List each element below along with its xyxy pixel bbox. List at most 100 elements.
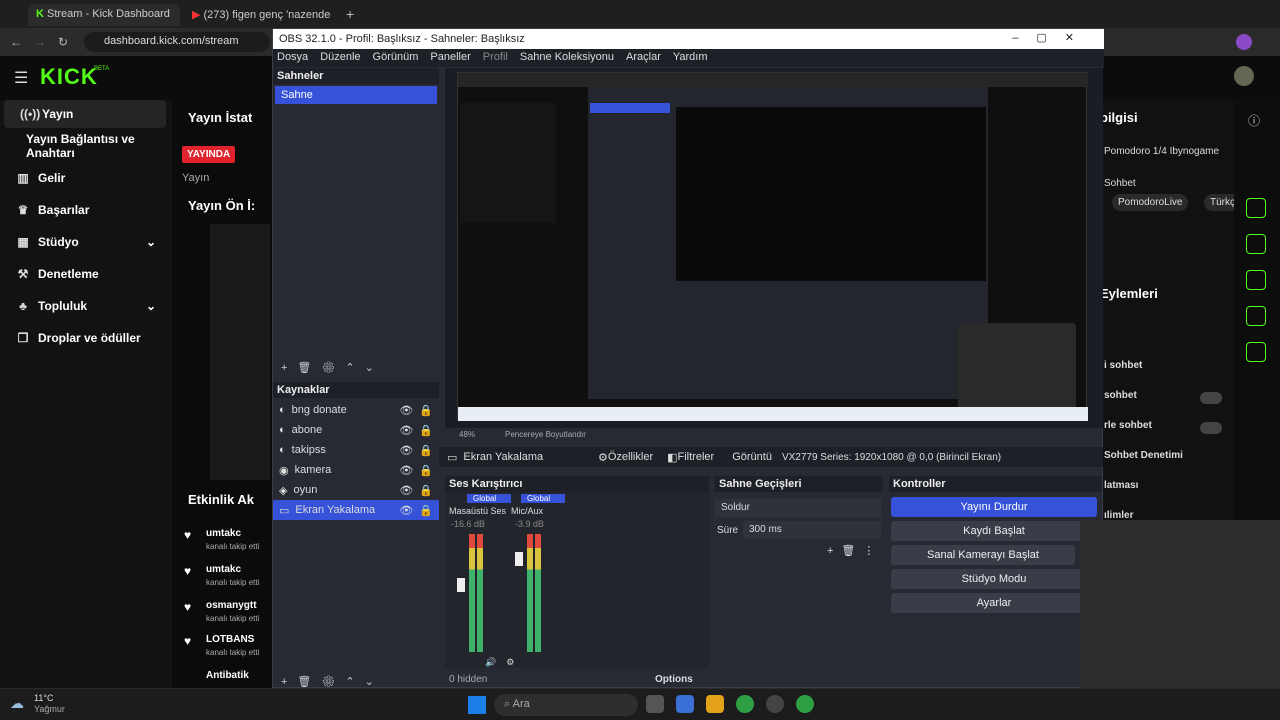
window-controls[interactable]: –▢✕: [1012, 31, 1092, 44]
lock-icon[interactable]: 🔒: [419, 484, 433, 497]
scene-item[interactable]: Sahne: [275, 86, 437, 104]
back-icon[interactable]: ←: [10, 35, 22, 49]
lock-icon[interactable]: 🔒: [419, 464, 433, 477]
menu-gorunum[interactable]: Görünüm: [373, 51, 419, 65]
duration-field[interactable]: 300 ms: [743, 521, 881, 539]
action-item[interactable]: i sohbet: [1104, 360, 1142, 371]
visibility-icon[interactable]: 👁: [399, 464, 413, 477]
user-avatar[interactable]: [1234, 66, 1254, 86]
visibility-icon[interactable]: 👁: [399, 504, 413, 517]
profile-avatar[interactable]: [1236, 34, 1252, 50]
channel-name[interactable]: Masaüstü Ses: [449, 506, 506, 516]
visibility-icon[interactable]: 👁: [399, 404, 413, 417]
action-item[interactable]: latması: [1104, 480, 1138, 491]
rail-button[interactable]: [1246, 234, 1266, 254]
stop-stream-button[interactable]: Yayını Durdur: [891, 497, 1097, 517]
visibility-icon[interactable]: 👁: [399, 484, 413, 497]
sidebar-item-droplar[interactable]: ❒ Droplar ve ödüller: [0, 324, 172, 352]
taskbar-search[interactable]: ⌕ Ara: [494, 694, 638, 716]
menu-araclar[interactable]: Araçlar: [626, 51, 661, 65]
chrome-icon[interactable]: [736, 695, 754, 713]
source-row[interactable]: ▭ Ekran Yakalama 👁 🔒: [273, 500, 439, 520]
transition-select[interactable]: Soldur: [715, 499, 881, 517]
zoom-level[interactable]: 48%: [459, 430, 475, 439]
channel-name[interactable]: Mic/Aux: [511, 506, 543, 516]
source-type-icon: ◐: [279, 404, 286, 416]
reload-icon[interactable]: ↻: [58, 35, 68, 49]
display-select[interactable]: VX2779 Series: 1920x1080 @ 0,0 (Birincil…: [782, 452, 1103, 463]
rail-button[interactable]: [1246, 198, 1266, 218]
sidebar-item-gelir[interactable]: ▥ Gelir: [0, 164, 172, 192]
controls-dock-title: Kontroller: [889, 476, 1101, 492]
source-row[interactable]: ◐ abone 👁 🔒: [273, 420, 439, 440]
monitor-icon: ▭: [279, 504, 290, 517]
preview-canvas[interactable]: [457, 72, 1088, 421]
sidebar-item-stream-key[interactable]: Yayın Bağlantısı ve Anahtarı: [0, 132, 172, 160]
lock-icon[interactable]: 🔒: [419, 404, 433, 417]
settings-button[interactable]: Ayarlar: [891, 593, 1097, 613]
new-tab-icon[interactable]: +: [346, 6, 354, 22]
mixer-options[interactable]: Options: [655, 674, 693, 685]
filters-button[interactable]: Filtreler: [678, 451, 715, 463]
file-explorer-icon[interactable]: [706, 695, 724, 713]
tab-youtube[interactable]: ▶ (273) figen genç 'nazende: [184, 4, 336, 26]
info-icon[interactable]: ⓘ: [1248, 112, 1260, 129]
source-row[interactable]: ◐ takipss 👁 🔒: [273, 440, 439, 460]
transition-toolbar[interactable]: +🗑⋮: [827, 544, 882, 557]
menu-icon[interactable]: ☰: [14, 68, 28, 88]
kick-favicon-icon: K: [36, 8, 47, 20]
rail-button[interactable]: [1246, 306, 1266, 326]
volume-meter: [535, 534, 541, 652]
menu-profil[interactable]: Profil: [483, 51, 508, 65]
resize-to-window[interactable]: Pencereye Boyutlandır: [505, 430, 586, 439]
tab-kick-dashboard[interactable]: K Stream - Kick Dashboard: [28, 4, 180, 26]
kick-logo[interactable]: KICK: [40, 64, 98, 90]
channel-controls[interactable]: 🔊⚙: [485, 657, 524, 668]
menu-sahne-koleksiyonu[interactable]: Sahne Koleksiyonu: [520, 51, 614, 65]
action-item[interactable]: Sohbet Denetimi: [1104, 450, 1183, 461]
source-toolbar[interactable]: +🗑⚙⌃⌄: [281, 675, 384, 688]
start-virtual-camera-button[interactable]: Sanal Kamerayı Başlat: [891, 545, 1075, 565]
visibility-icon[interactable]: 👁: [399, 424, 413, 437]
channel-db: -16.6 dB: [451, 519, 486, 529]
url-field[interactable]: dashboard.kick.com/stream: [84, 32, 270, 52]
menu-duzenle[interactable]: Düzenle: [320, 51, 360, 65]
rail-button[interactable]: [1246, 270, 1266, 290]
source-row[interactable]: ◐ bng donate 👁 🔒: [273, 400, 439, 420]
toggle-switch[interactable]: [1200, 392, 1222, 404]
lock-icon[interactable]: 🔒: [419, 504, 433, 517]
weather-icon[interactable]: ☁: [10, 695, 24, 712]
studio-mode-button[interactable]: Stüdyo Modu: [891, 569, 1097, 589]
action-item[interactable]: sohbet: [1104, 390, 1137, 401]
source-row[interactable]: ◈ oyun 👁 🔒: [273, 480, 439, 500]
teams-icon[interactable]: [676, 695, 694, 713]
menu-dosya[interactable]: Dosya: [277, 51, 308, 65]
search-placeholder: Ara: [512, 698, 530, 710]
menu-yardim[interactable]: Yardım: [673, 51, 708, 65]
sidebar-item-yayin[interactable]: ((•)) Yayın: [4, 100, 166, 128]
visibility-icon[interactable]: 👁: [399, 444, 413, 457]
chrome-icon[interactable]: [796, 695, 814, 713]
forward-icon[interactable]: →: [34, 35, 46, 49]
volume-slider[interactable]: [515, 552, 523, 566]
rail-button[interactable]: [1246, 342, 1266, 362]
tag-pomodoro[interactable]: PomodoroLive: [1112, 194, 1189, 211]
sidebar-item-studyo[interactable]: ▦ Stüdyo ⌄: [0, 228, 172, 256]
sidebar-item-basarilar[interactable]: ♛ Başarılar: [0, 196, 172, 224]
source-row[interactable]: ◉ kamera 👁 🔒: [273, 460, 439, 480]
lock-icon[interactable]: 🔒: [419, 444, 433, 457]
start-recording-button[interactable]: Kaydı Başlat: [891, 521, 1097, 541]
obs-icon[interactable]: [766, 695, 784, 713]
sidebar-item-denetleme[interactable]: ⚒ Denetleme: [0, 260, 172, 288]
windows-start-icon[interactable]: [468, 696, 486, 714]
action-item[interactable]: rle sohbet: [1104, 420, 1152, 431]
sidebar-item-topluluk[interactable]: ♣ Topluluk ⌄: [0, 292, 172, 320]
volume-slider[interactable]: [457, 578, 465, 592]
task-view-icon[interactable]: [646, 695, 664, 713]
toggle-switch[interactable]: [1200, 422, 1222, 434]
nested-kick-sidebar: [460, 103, 556, 223]
lock-icon[interactable]: 🔒: [419, 424, 433, 437]
properties-button[interactable]: Özellikler: [608, 451, 653, 463]
scene-toolbar[interactable]: +🗑⚙⌃⌄: [281, 361, 384, 374]
menu-paneller[interactable]: Paneller: [430, 51, 470, 65]
